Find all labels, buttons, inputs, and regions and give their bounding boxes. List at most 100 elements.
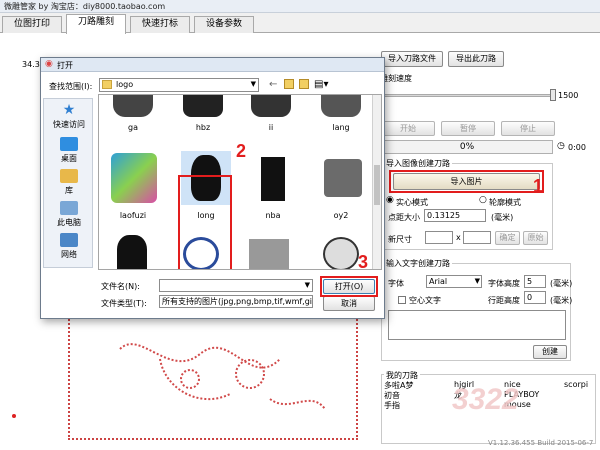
import-path-button[interactable]: 导入刀路文件 (381, 51, 443, 67)
file-thumb-row3-3[interactable] (249, 239, 289, 269)
text-group-title: 输入文字创建刀路 (384, 258, 452, 269)
outline-radio-icon[interactable]: ○ (479, 195, 487, 205)
place-library[interactable]: 库 (44, 169, 94, 196)
filename-input[interactable]: ▼ (159, 279, 313, 292)
place-label: 此电脑 (57, 218, 81, 227)
path-item[interactable]: scorpi (564, 380, 588, 389)
up-folder-icon[interactable] (284, 79, 294, 89)
confirm-size-button[interactable]: 确定 (495, 231, 520, 245)
tab-bitmap-print[interactable]: 位图打印 (2, 16, 62, 33)
speed-value: 1500 (558, 91, 579, 100)
view-menu-icon[interactable]: ▤▾ (314, 79, 328, 90)
file-name[interactable]: laofuzi (103, 211, 163, 220)
file-thumb-row3-2[interactable] (183, 237, 219, 269)
elapsed-time: 0:00 (568, 143, 586, 152)
library-icon (60, 169, 78, 183)
dot-size-unit: (毫米) (491, 213, 514, 222)
outline-mode-label: 轮廓模式 (489, 198, 521, 207)
new-height-input[interactable] (463, 231, 491, 244)
app-icon: ◉ (45, 59, 53, 69)
file-thumb-ii[interactable] (251, 95, 291, 117)
file-name[interactable]: oy2 (311, 211, 371, 220)
hollow-text-label: 空心文字 (409, 296, 441, 305)
version-text: V1.12.36.455 Build 2015-06-7 (488, 439, 594, 447)
file-thumb-nba[interactable] (261, 157, 285, 201)
lookin-value: logo (116, 80, 134, 89)
hollow-text-checkbox[interactable] (398, 296, 406, 304)
new-width-input[interactable] (425, 231, 453, 244)
file-thumb-lang[interactable] (321, 95, 361, 117)
scrollbar-thumb[interactable] (374, 165, 380, 205)
speed-slider-track[interactable] (381, 94, 551, 97)
open-file-dialog: ◉ 打开 查找范围(I): logo ▼ ← ▤▾ ★ 快速访问 桌面 库 此电… (40, 57, 385, 319)
place-label: 库 (65, 186, 73, 195)
font-height-input[interactable]: 5 (524, 275, 546, 288)
image-group-title: 导入图像创建刀路 (384, 158, 452, 169)
start-button[interactable]: 开始 (381, 121, 435, 136)
highlight-box-1 (389, 170, 544, 193)
file-list[interactable]: ga hbz ii lang laofuzi long nba oy2 (98, 94, 382, 270)
tab-device-params[interactable]: 设备参数 (194, 16, 254, 33)
filetype-select[interactable]: 所有支持的图片(jpg,png,bmp,tif,wmf,gi (159, 295, 313, 308)
red-floral-ornament (119, 343, 326, 410)
solid-mode-label: 实心模式 (396, 198, 428, 207)
place-label: 网络 (61, 250, 77, 259)
stop-button[interactable]: 停止 (501, 121, 555, 136)
step-number-3: 3 (358, 252, 369, 272)
file-thumb-hbz[interactable] (183, 95, 223, 117)
dot-size-label: 点距大小 (388, 213, 420, 222)
file-name[interactable]: nba (243, 211, 303, 220)
place-desktop[interactable]: 桌面 (44, 137, 94, 164)
computer-icon (60, 201, 78, 215)
new-folder-icon[interactable] (299, 79, 309, 89)
file-name[interactable]: hbz (173, 123, 233, 132)
file-name[interactable]: ii (241, 123, 301, 132)
path-item[interactable]: 手指 (384, 400, 400, 411)
pause-button[interactable]: 暂停 (441, 121, 495, 136)
site-watermark: 3322 (452, 383, 519, 416)
window-title-bar: 微雕管家 by 淘宝店：diy8000.taobao.com (0, 0, 600, 13)
font-height-label: 字体高度 (488, 279, 520, 288)
lookin-select[interactable]: logo ▼ (99, 78, 259, 92)
origin-dot (12, 414, 16, 418)
folder-icon (102, 80, 112, 89)
file-name[interactable]: lang (311, 123, 371, 132)
place-this-pc[interactable]: 此电脑 (44, 201, 94, 228)
file-name[interactable]: ga (103, 123, 163, 132)
file-list-scrollbar[interactable] (372, 95, 381, 269)
line-spacing-input[interactable]: 0 (524, 291, 546, 304)
file-thumb-row3-4[interactable] (323, 237, 359, 269)
tab-path-engrave[interactable]: 刀路雕刻 (66, 14, 126, 34)
place-network[interactable]: 网络 (44, 233, 94, 260)
font-select[interactable]: Arial ▼ (426, 275, 482, 288)
solid-radio-icon[interactable]: ◉ (386, 195, 394, 205)
progress-text: 0% (459, 142, 475, 152)
line-spacing-label: 行距高度 (488, 296, 520, 305)
place-quick-access[interactable]: ★ 快速访问 (44, 103, 94, 130)
file-thumb-row3-1[interactable] (117, 235, 147, 269)
new-size-label: 新尺寸 (388, 235, 412, 244)
chevron-down-icon: ▼ (304, 281, 310, 289)
filetype-value: 所有支持的图片(jpg,png,bmp,tif,wmf,gi (162, 297, 313, 306)
back-arrow-icon[interactable]: ← (269, 79, 277, 90)
text-input-area[interactable] (388, 310, 566, 340)
tab-quick-mark[interactable]: 快速打标 (130, 16, 190, 33)
network-icon (60, 233, 78, 247)
chevron-down-icon: ▼ (250, 80, 256, 88)
place-label: 桌面 (61, 154, 77, 163)
file-thumb-ga[interactable] (113, 95, 153, 117)
original-size-button[interactable]: 原始 (523, 231, 548, 245)
file-thumb-oy2[interactable] (324, 159, 362, 197)
window-title: 微雕管家 by 淘宝店：diy8000.taobao.com (4, 2, 166, 11)
chevron-down-icon: ▼ (474, 277, 480, 285)
cancel-button[interactable]: 取消 (323, 296, 375, 311)
export-path-button[interactable]: 导出此刀路 (448, 51, 504, 67)
dot-size-input[interactable]: 0.13125 (424, 209, 486, 222)
create-text-button[interactable]: 创建 (533, 345, 567, 359)
file-thumb-laofuzi[interactable] (111, 153, 157, 203)
font-height-unit: (毫米) (550, 279, 573, 288)
speed-slider-thumb[interactable] (550, 89, 556, 101)
places-bar: ★ 快速访问 桌面 库 此电脑 网络 (43, 98, 93, 268)
line-spacing-unit: (毫米) (550, 296, 573, 305)
step-number-1: 1 (533, 176, 544, 196)
